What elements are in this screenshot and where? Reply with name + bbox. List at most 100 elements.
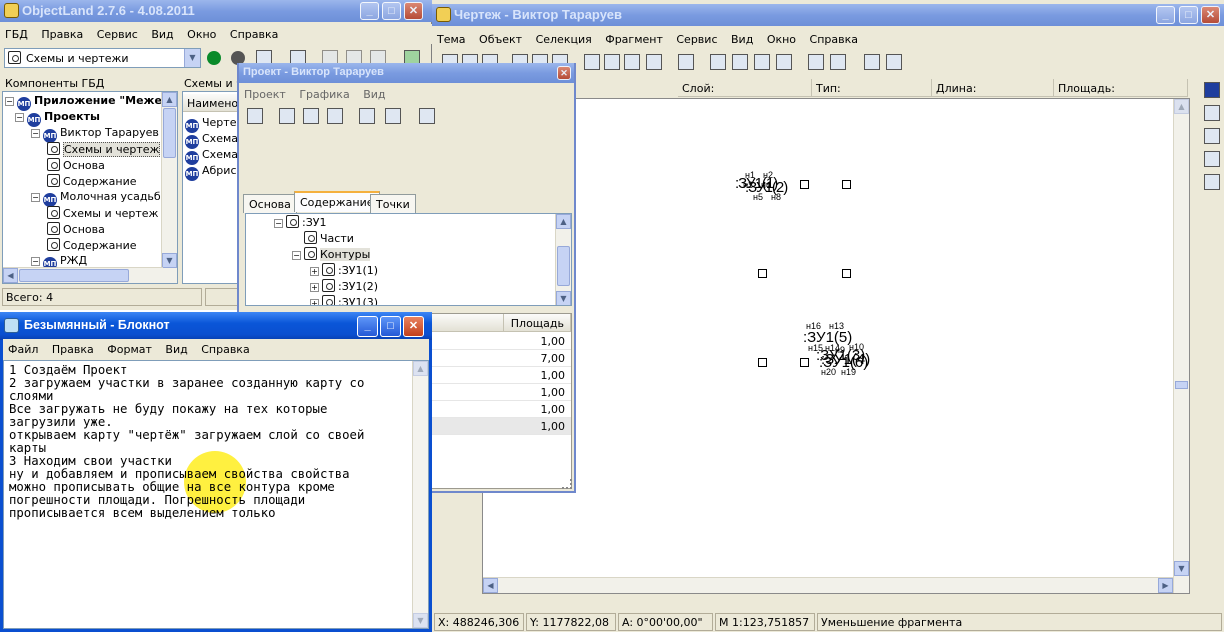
canvas-hscroll[interactable]: ◀ ▶ [483, 577, 1173, 593]
expand-toggle-icon[interactable]: − [5, 97, 14, 106]
polyline-icon[interactable] [1204, 105, 1220, 121]
table2-icon[interactable] [776, 54, 792, 70]
contour-tree-item[interactable]: +:ЗУ1(1) [310, 263, 378, 279]
layer-delete-icon[interactable] [303, 108, 319, 124]
menu-fragment[interactable]: Фрагмент [600, 29, 668, 46]
expand-toggle-icon[interactable]: − [31, 129, 40, 138]
contour-tree-item[interactable]: −:ЗУ1 [274, 215, 326, 231]
scroll-thumb[interactable] [163, 108, 176, 158]
menu-graphics[interactable]: Графика [294, 84, 354, 101]
list-icon[interactable] [710, 54, 726, 70]
selection-handle[interactable] [758, 269, 767, 278]
project-titlebar[interactable]: Проект - Виктор Тараруев ✕ [239, 63, 574, 83]
contour-tree-item[interactable]: +:ЗУ1(3) [310, 295, 378, 305]
filter-edit-icon[interactable] [754, 54, 770, 70]
name-column-header[interactable]: Наимено [183, 94, 239, 112]
menu-theme[interactable]: Тема [432, 29, 471, 46]
minimize-button[interactable]: _ [360, 2, 379, 20]
notepad-editor[interactable]: 1 Создаём Проект 2 загружаем участки в з… [3, 360, 429, 629]
layers-icon[interactable] [646, 54, 662, 70]
menu-selection[interactable]: Селекция [531, 29, 597, 46]
expand-toggle-icon[interactable]: − [15, 113, 24, 122]
grid-icon[interactable] [624, 54, 640, 70]
drawing-canvas[interactable]: :ЗУ1(1) :ЗУ1(2) н1 н2 н3 н4 н5 н8 :ЗУ1(5) :ЗУ… [482, 98, 1190, 594]
menu-gbd[interactable]: ГБД [0, 24, 33, 41]
table-icon[interactable] [604, 54, 620, 70]
area-cell[interactable]: 1,00 [430, 418, 571, 435]
properties-icon[interactable] [419, 108, 435, 124]
canvas-scroll-down[interactable]: ▼ [1174, 561, 1189, 576]
layer-combo[interactable]: Схемы и чертежи ▼ [4, 48, 201, 68]
tab-points[interactable]: Точки [370, 194, 416, 213]
edit-graphics-icon[interactable] [247, 108, 263, 124]
objectland-titlebar[interactable]: ObjectLand 2.7.6 - 4.08.2011 _ □ ✕ [0, 0, 432, 22]
layer-add-icon[interactable] [279, 108, 295, 124]
tree-item[interactable]: − МП Виктор Тараруев [31, 126, 159, 143]
node-icon[interactable] [1204, 174, 1220, 190]
expand-toggle-icon[interactable]: − [292, 251, 301, 260]
drawing-maximize-button[interactable]: □ [1179, 6, 1198, 24]
contours-vscroll[interactable]: ▲ ▼ [555, 214, 571, 305]
area-cell[interactable]: 7,00 [430, 350, 571, 367]
tree-vscroll[interactable]: ▲ ▼ [161, 92, 177, 283]
drawing-close-button[interactable]: ✕ [1201, 6, 1220, 24]
menu-window[interactable]: Окно [182, 24, 221, 41]
area-table-header[interactable]: Площадь [504, 314, 571, 332]
redo-arc-icon[interactable] [830, 54, 846, 70]
canvas-scroll-right[interactable]: ▶ [1158, 578, 1173, 593]
menu-project[interactable]: Проект [239, 84, 291, 101]
notepad-titlebar[interactable]: Безымянный - Блокнот _ □ ✕ [0, 312, 432, 340]
tree-item[interactable]: Основа [47, 222, 105, 238]
layer-select-icon[interactable] [327, 108, 343, 124]
menu-notepad-edit[interactable]: Правка [47, 339, 99, 356]
scroll-down-arrow[interactable]: ▼ [162, 253, 177, 268]
menu-drawing-window[interactable]: Окно [762, 29, 801, 46]
menu-notepad-help[interactable]: Справка [196, 339, 254, 356]
tree-item[interactable]: − МП Проекты [15, 110, 100, 127]
scheme-list-item[interactable]: МП Схема [185, 148, 238, 165]
notepad-scroll-down[interactable]: ▼ [413, 613, 428, 628]
menu-help[interactable]: Справка [225, 24, 283, 41]
menu-edit[interactable]: Правка [36, 24, 88, 41]
select-points-icon[interactable] [1204, 151, 1220, 167]
menu-view[interactable]: Вид [146, 24, 178, 41]
menu-object[interactable]: Объект [474, 29, 527, 46]
window-icon[interactable] [886, 54, 902, 70]
tab-content[interactable]: Содержание [294, 191, 380, 212]
drawing-minimize-button[interactable]: _ [1156, 6, 1175, 24]
scroll-left-arrow[interactable]: ◀ [3, 268, 18, 283]
drawing-titlebar[interactable]: Чертеж - Виктор Тараруев _ □ ✕ [432, 4, 1224, 26]
notepad-maximize-button[interactable]: □ [380, 316, 401, 337]
maximize-button[interactable]: □ [382, 2, 401, 20]
hscroll-thumb[interactable] [19, 269, 129, 282]
selection-handle[interactable] [758, 358, 767, 367]
tree-item[interactable]: Схемы и чертеж [47, 206, 158, 222]
canvas-scroll-left[interactable]: ◀ [483, 578, 498, 593]
expand-toggle-icon[interactable]: − [31, 193, 40, 202]
notepad-text[interactable]: 1 Создаём Проект 2 загружаем участки в з… [9, 364, 364, 520]
tree-item[interactable]: − МП Молочная усадьба [31, 190, 167, 207]
expand-toggle-icon[interactable]: − [274, 219, 283, 228]
points-add-icon[interactable] [359, 108, 375, 124]
expand-toggle-icon[interactable]: + [310, 299, 319, 305]
select-area-icon[interactable] [1204, 128, 1220, 144]
area-cell[interactable]: 1,00 [430, 333, 571, 350]
scheme-list-item[interactable]: МП Схема [185, 132, 238, 149]
expand-toggle-icon[interactable]: + [310, 283, 319, 292]
menu-notepad-view[interactable]: Вид [160, 339, 192, 356]
area-cell[interactable]: 1,00 [430, 384, 571, 401]
menu-project-view[interactable]: Вид [358, 84, 390, 101]
resize-grip-icon[interactable] [562, 479, 572, 489]
selection-handle[interactable] [842, 180, 851, 189]
undo-arc-icon[interactable] [808, 54, 824, 70]
canvas-scroll-up[interactable]: ▲ [1174, 99, 1189, 114]
menu-drawing-help[interactable]: Справка [805, 29, 863, 46]
selection-handle[interactable] [800, 180, 809, 189]
notepad-minimize-button[interactable]: _ [357, 316, 378, 337]
selection-handle[interactable] [842, 269, 851, 278]
tree-item[interactable]: Схемы и чертеж [47, 142, 161, 158]
project-close-button[interactable]: ✕ [557, 66, 571, 80]
canvas-vscroll[interactable]: ▲ ▼ [1173, 99, 1189, 593]
filter-icon[interactable] [732, 54, 748, 70]
canvas-vscroll-thumb[interactable] [1175, 381, 1188, 389]
